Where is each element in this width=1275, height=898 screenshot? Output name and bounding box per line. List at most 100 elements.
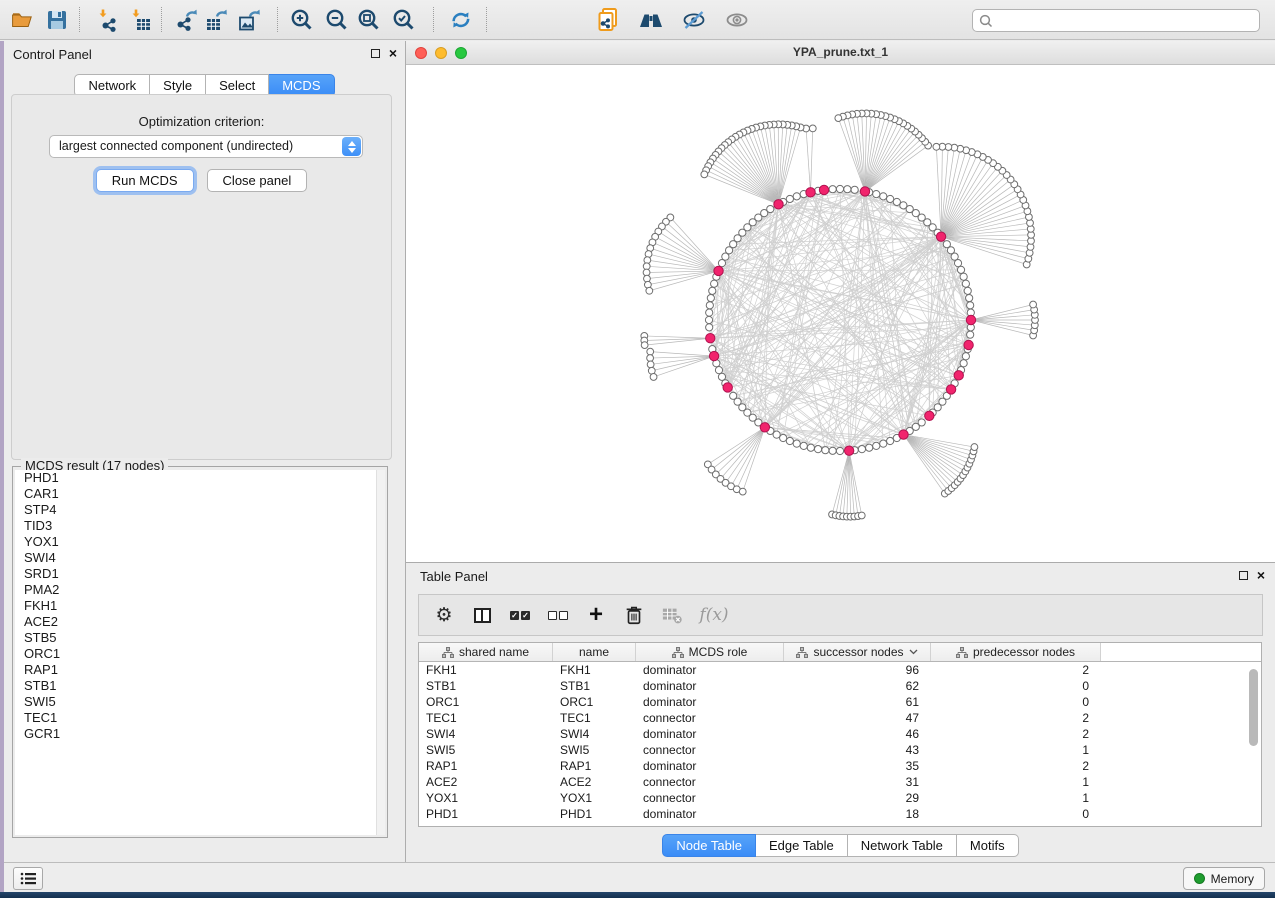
import-network-icon[interactable]: [92, 5, 124, 35]
table-row[interactable]: STB1STB1dominator620: [419, 678, 1261, 694]
network-canvas[interactable]: [406, 65, 1275, 562]
mcds-node-item[interactable]: SWI4: [15, 550, 385, 566]
table-cell: STB1: [419, 678, 553, 694]
mcds-node-item[interactable]: STB1: [15, 678, 385, 694]
table-row[interactable]: YOX1YOX1connector291: [419, 790, 1261, 806]
task-history-button[interactable]: [13, 867, 43, 890]
mcds-node-item[interactable]: ORC1: [15, 646, 385, 662]
mcds-list-scrollbar[interactable]: [376, 470, 385, 835]
zoom-in-icon[interactable]: [286, 5, 318, 35]
tab-node-table[interactable]: Node Table: [662, 834, 756, 857]
search-input[interactable]: [998, 14, 1253, 28]
optimization-criterion-label: Optimization criterion:: [12, 114, 391, 129]
mcds-node-item[interactable]: TEC1: [15, 710, 385, 726]
application-window: Control Panel × Network Style Select MCD…: [0, 0, 1275, 898]
table-row[interactable]: RAP1RAP1dominator352: [419, 758, 1261, 774]
table-cell: [1101, 662, 1261, 678]
add-column-icon[interactable]: +: [577, 598, 615, 632]
delete-column-icon[interactable]: [615, 598, 653, 632]
close-table-panel-icon[interactable]: ×: [1257, 569, 1265, 581]
table-cell: FKH1: [419, 662, 553, 678]
mcds-node-item[interactable]: STP4: [15, 502, 385, 518]
deselect-all-columns-icon[interactable]: [539, 598, 577, 632]
refresh-layout-icon[interactable]: [445, 5, 477, 35]
column-header-successor-nodes[interactable]: successor nodes: [784, 643, 931, 661]
status-bar: Memory: [4, 862, 1275, 892]
table-cell: 2: [931, 758, 1101, 774]
optimization-criterion-select[interactable]: largest connected component (undirected): [49, 135, 363, 158]
search-network-binoculars-icon[interactable]: [635, 5, 667, 35]
hide-selected-eye-slash-icon[interactable]: [678, 5, 710, 35]
sort-desc-chevron-icon: [909, 649, 918, 655]
mcds-node-item[interactable]: PMA2: [15, 582, 385, 598]
mcds-node-item[interactable]: SRD1: [15, 566, 385, 582]
mcds-result-group: MCDS result (17 nodes) PHD1CAR1STP4TID3Y…: [12, 466, 388, 838]
mcds-node-item[interactable]: ACE2: [15, 614, 385, 630]
open-file-icon[interactable]: [6, 5, 38, 35]
close-panel-icon[interactable]: ×: [389, 47, 397, 59]
table-row[interactable]: SWI4SWI4dominator462: [419, 726, 1261, 742]
mcds-node-item[interactable]: CAR1: [15, 486, 385, 502]
table-row[interactable]: ORC1ORC1dominator610: [419, 694, 1261, 710]
search-icon: [979, 14, 993, 28]
mcds-node-item[interactable]: YOX1: [15, 534, 385, 550]
share-document-icon[interactable]: [592, 5, 624, 35]
table-cell: dominator: [636, 726, 784, 742]
show-all-eye-icon[interactable]: [721, 5, 753, 35]
global-search-field[interactable]: [972, 9, 1260, 32]
mcds-result-list[interactable]: PHD1CAR1STP4TID3YOX1SWI4SRD1PMA2FKH1ACE2…: [15, 470, 385, 835]
table-cell: [1101, 726, 1261, 742]
function-builder-icon: f(x): [691, 598, 737, 632]
table-row[interactable]: FKH1FKH1dominator962: [419, 662, 1261, 678]
close-panel-button[interactable]: Close panel: [207, 169, 308, 192]
export-network-icon[interactable]: [170, 5, 202, 35]
toolbar-separator: [486, 7, 487, 32]
mcds-node-item[interactable]: GCR1: [15, 726, 385, 742]
table-scrollbar[interactable]: [1247, 663, 1260, 825]
delete-table-icon: [653, 598, 691, 632]
mcds-node-item[interactable]: SWI5: [15, 694, 385, 710]
mcds-node-item[interactable]: FKH1: [15, 598, 385, 614]
table-row[interactable]: TEC1TEC1connector472: [419, 710, 1261, 726]
zoom-out-icon[interactable]: [321, 5, 353, 35]
zoom-selected-icon[interactable]: [388, 5, 420, 35]
column-header-mcds-role[interactable]: MCDS role: [636, 643, 784, 661]
table-cell: STB1: [553, 678, 636, 694]
table-cell: SWI4: [553, 726, 636, 742]
tab-edge-table[interactable]: Edge Table: [756, 834, 848, 857]
network-window-titlebar[interactable]: YPA_prune.txt_1: [406, 41, 1275, 65]
float-table-panel-icon[interactable]: [1239, 571, 1248, 580]
toggle-panes-icon[interactable]: [463, 598, 501, 632]
mcds-node-item[interactable]: STB5: [15, 630, 385, 646]
save-session-icon[interactable]: [41, 5, 73, 35]
column-header-shared-name[interactable]: shared name: [419, 643, 553, 661]
import-table-icon[interactable]: [125, 5, 157, 35]
mcds-node-item[interactable]: RAP1: [15, 662, 385, 678]
maximize-window-icon[interactable]: [455, 47, 467, 59]
table-row[interactable]: PHD1PHD1dominator180: [419, 806, 1261, 822]
run-mcds-button[interactable]: Run MCDS: [96, 169, 194, 192]
table-cell: dominator: [636, 758, 784, 774]
table-row[interactable]: SWI5SWI5connector431: [419, 742, 1261, 758]
table-scrollbar-thumb[interactable]: [1249, 669, 1258, 746]
close-window-icon[interactable]: [415, 47, 427, 59]
table-cell: PHD1: [553, 806, 636, 822]
column-header-predecessor-nodes[interactable]: predecessor nodes: [931, 643, 1101, 661]
minimize-window-icon[interactable]: [435, 47, 447, 59]
tab-motifs[interactable]: Motifs: [957, 834, 1019, 857]
network-svg: [406, 65, 1275, 562]
column-header-name[interactable]: name: [553, 643, 636, 661]
memory-button[interactable]: Memory: [1183, 867, 1265, 890]
export-image-icon[interactable]: [233, 5, 265, 35]
table-cell: SWI5: [553, 742, 636, 758]
column-settings-gear-icon[interactable]: ⚙: [425, 598, 463, 632]
tab-network-table[interactable]: Network Table: [848, 834, 957, 857]
mcds-node-item[interactable]: TID3: [15, 518, 385, 534]
float-panel-icon[interactable]: [371, 49, 380, 58]
export-table-icon[interactable]: [200, 5, 232, 35]
zoom-fit-icon[interactable]: [353, 5, 385, 35]
table-cell: [1101, 694, 1261, 710]
mcds-node-item[interactable]: PHD1: [15, 470, 385, 486]
table-row[interactable]: ACE2ACE2connector311: [419, 774, 1261, 790]
select-all-columns-icon[interactable]: ✓✓: [501, 598, 539, 632]
